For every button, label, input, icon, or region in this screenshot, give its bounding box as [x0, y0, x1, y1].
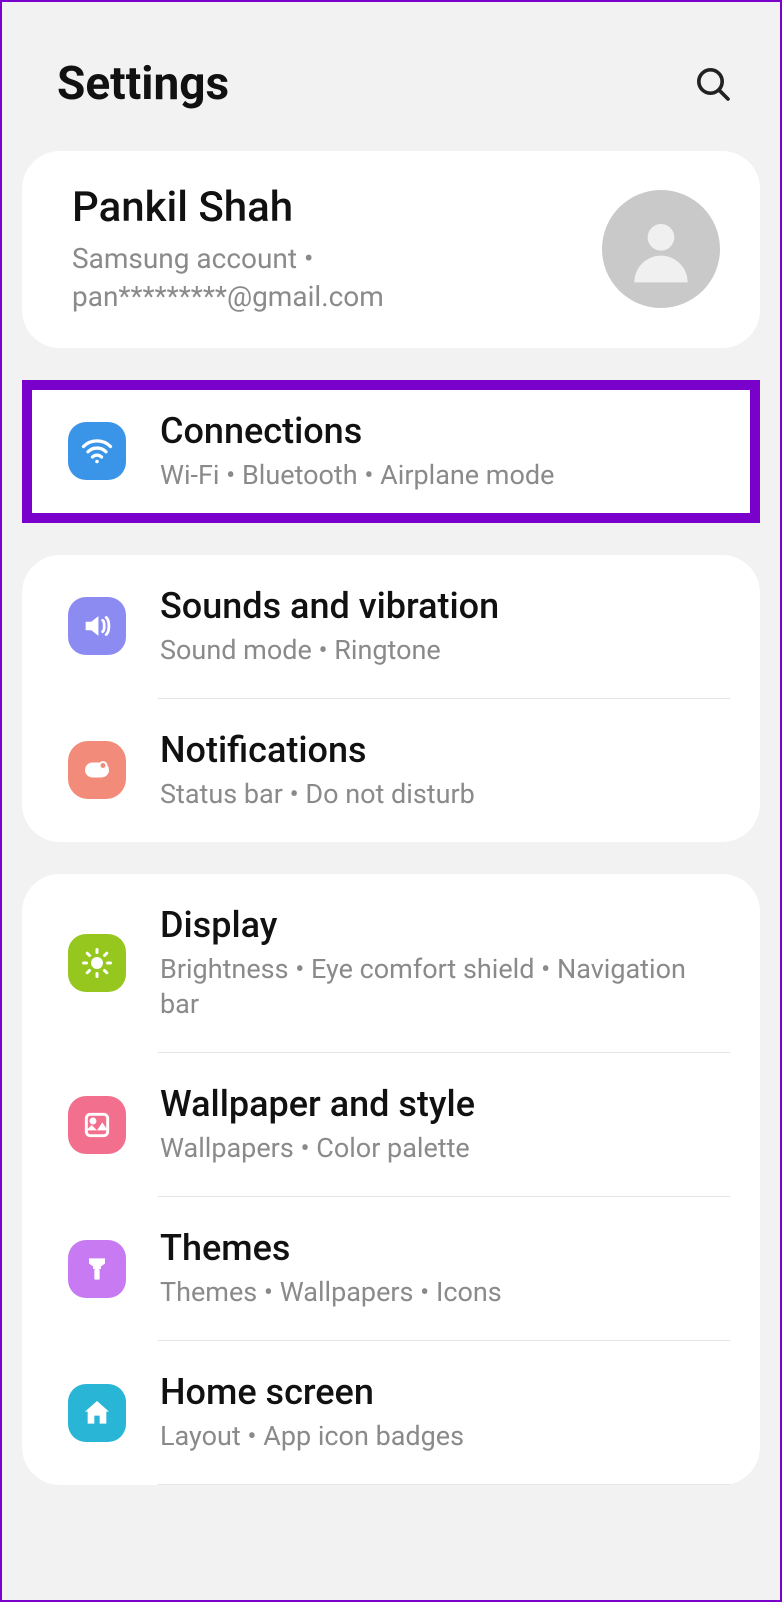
item-title: Themes	[160, 1227, 730, 1269]
item-text: Home screen Layout • App icon badges	[160, 1371, 730, 1454]
item-text: Sounds and vibration Sound mode • Ringto…	[160, 585, 730, 668]
settings-item-notifications[interactable]: Notifications Status bar • Do not distur…	[22, 699, 760, 842]
item-title: Connections	[160, 410, 730, 452]
item-text: Notifications Status bar • Do not distur…	[160, 729, 730, 812]
themes-icon	[68, 1240, 126, 1298]
avatar	[602, 190, 720, 308]
settings-group-display: Display Brightness • Eye comfort shield …	[22, 874, 760, 1485]
item-text: Display Brightness • Eye comfort shield …	[160, 904, 730, 1022]
item-sub: Themes • Wallpapers • Icons	[160, 1275, 730, 1310]
search-icon	[693, 64, 733, 104]
item-sub: Layout • App icon badges	[160, 1419, 730, 1454]
wallpaper-icon	[68, 1096, 126, 1154]
sound-icon	[68, 597, 126, 655]
page-title: Settings	[57, 57, 229, 111]
settings-group-connections: Connections Wi-Fi • Bluetooth • Airplane…	[22, 380, 760, 523]
item-sub: Brightness • Eye comfort shield • Naviga…	[160, 952, 730, 1022]
settings-item-home-screen[interactable]: Home screen Layout • App icon badges	[22, 1341, 760, 1484]
settings-item-themes[interactable]: Themes Themes • Wallpapers • Icons	[22, 1197, 760, 1340]
item-title: Sounds and vibration	[160, 585, 730, 627]
display-icon	[68, 934, 126, 992]
item-title: Display	[160, 904, 730, 946]
item-sub: Sound mode • Ringtone	[160, 633, 730, 668]
settings-group-sound-notif: Sounds and vibration Sound mode • Ringto…	[22, 555, 760, 842]
account-card[interactable]: Pankil Shah Samsung account • pan*******…	[22, 151, 760, 348]
notifications-icon	[68, 741, 126, 799]
account-text: Pankil Shah Samsung account • pan*******…	[72, 183, 602, 316]
item-sub: Status bar • Do not disturb	[160, 777, 730, 812]
divider	[158, 1484, 730, 1485]
item-title: Notifications	[160, 729, 730, 771]
item-text: Themes Themes • Wallpapers • Icons	[160, 1227, 730, 1310]
settings-item-sounds[interactable]: Sounds and vibration Sound mode • Ringto…	[22, 555, 760, 698]
settings-header: Settings	[2, 2, 780, 151]
home-icon	[68, 1384, 126, 1442]
item-sub: Wi-Fi • Bluetooth • Airplane mode	[160, 458, 730, 493]
item-sub: Wallpapers • Color palette	[160, 1131, 730, 1166]
search-button[interactable]	[691, 62, 735, 106]
item-title: Wallpaper and style	[160, 1083, 730, 1125]
wifi-icon	[68, 422, 126, 480]
person-icon	[621, 209, 701, 289]
item-text: Connections Wi-Fi • Bluetooth • Airplane…	[160, 410, 730, 493]
item-text: Wallpaper and style Wallpapers • Color p…	[160, 1083, 730, 1166]
settings-item-wallpaper[interactable]: Wallpaper and style Wallpapers • Color p…	[22, 1053, 760, 1196]
account-sub: Samsung account • pan*********@gmail.com	[72, 240, 582, 316]
item-title: Home screen	[160, 1371, 730, 1413]
settings-item-connections[interactable]: Connections Wi-Fi • Bluetooth • Airplane…	[22, 380, 760, 523]
settings-item-display[interactable]: Display Brightness • Eye comfort shield …	[22, 874, 760, 1052]
account-name: Pankil Shah	[72, 183, 582, 232]
